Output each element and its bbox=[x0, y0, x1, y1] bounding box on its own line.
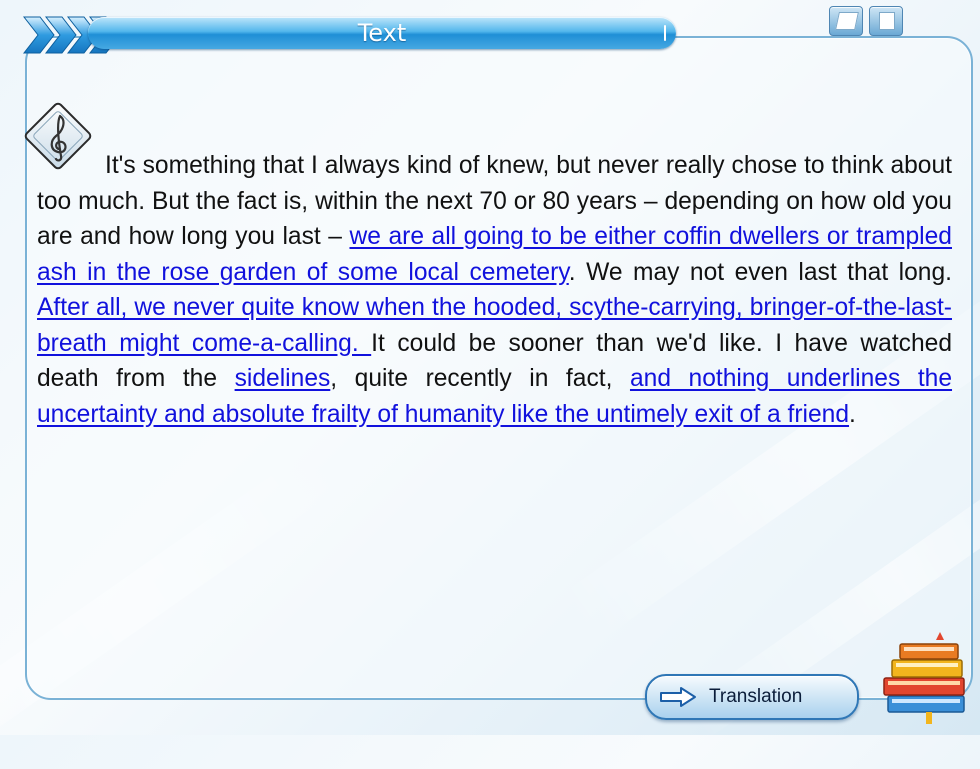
arrow-right-icon bbox=[660, 687, 696, 707]
header-toolbar bbox=[829, 6, 903, 36]
translation-label: Translation bbox=[709, 686, 803, 707]
passage-segment: , quite recently in fact, bbox=[330, 365, 630, 392]
cube-icon[interactable] bbox=[829, 6, 863, 36]
books-stack-icon bbox=[883, 632, 965, 724]
page-title: Text bbox=[357, 19, 407, 47]
document-icon[interactable] bbox=[869, 6, 903, 36]
highlight-link[interactable]: sidelines bbox=[235, 365, 331, 392]
passage-text: It's something that I always kind of kne… bbox=[37, 148, 952, 432]
title-bar: Text bbox=[88, 17, 676, 49]
passage-segment: . We may not even last that long. bbox=[568, 258, 952, 286]
translation-button[interactable]: Translation bbox=[645, 674, 859, 720]
passage-segment: . bbox=[849, 400, 856, 428]
